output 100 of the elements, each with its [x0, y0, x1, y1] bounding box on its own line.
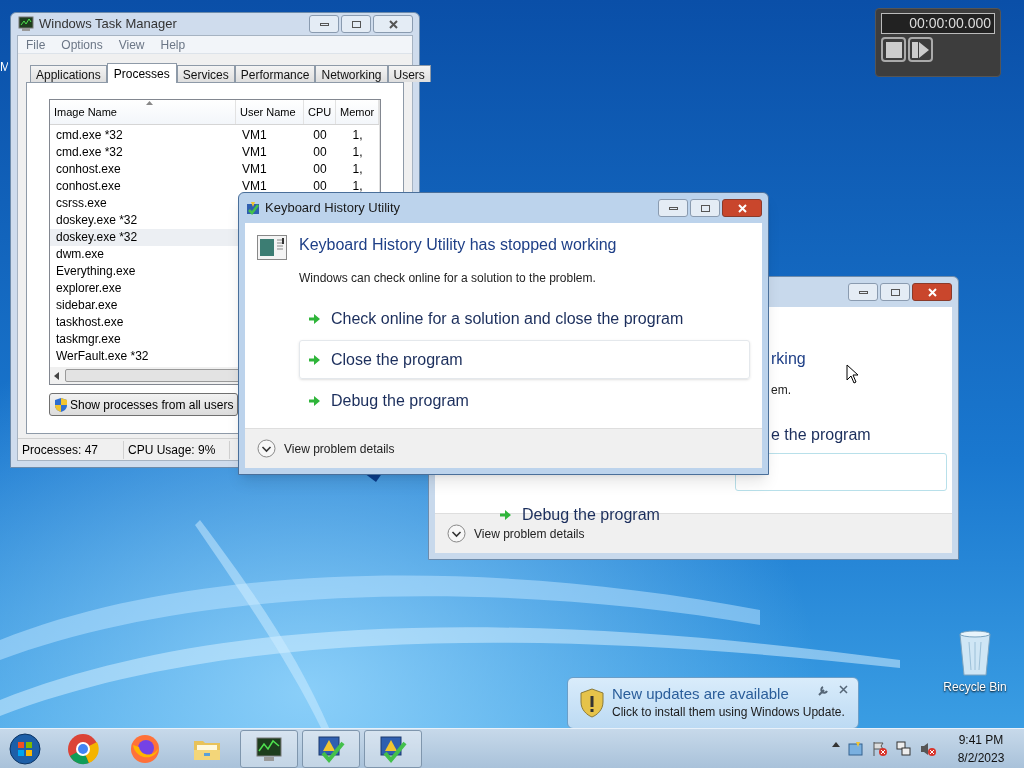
table-cell-text: 00 [312, 178, 328, 195]
table-cell-text: doskey.exe *32 [55, 212, 139, 229]
table-cell-text: 00 [312, 161, 328, 178]
table-cell-text: explorer.exe [55, 280, 123, 297]
table-cell-text: VM1 [241, 144, 268, 161]
arrow-icon [499, 509, 512, 521]
column-header[interactable]: Image Name [50, 100, 236, 124]
browser-icon [129, 732, 161, 765]
menu-item[interactable]: Options [61, 35, 103, 54]
dialog-message: Windows can check online for a solution to the problem. [299, 270, 597, 287]
start-orb-icon [9, 732, 41, 765]
column-header[interactable]: CPU [304, 100, 336, 124]
play-button[interactable] [908, 37, 933, 62]
menu-item[interactable]: Help [160, 35, 186, 54]
monitor-icon [17, 16, 35, 32]
arrow-icon [308, 394, 321, 407]
expand-icon[interactable] [447, 524, 466, 543]
taskbar-button[interactable] [302, 729, 360, 768]
table-cell-text: conhost.exe [55, 178, 122, 195]
tab[interactable]: Services [176, 65, 235, 82]
details-toggle[interactable]: View problem details [474, 524, 585, 543]
tab[interactable]: Performance [234, 65, 316, 82]
maximize-button[interactable] [880, 283, 910, 301]
table-cell-text: cmd.exe *32 [55, 144, 124, 161]
table-cell-text: 00 [312, 144, 328, 161]
table-cell-text: 1, [351, 127, 364, 144]
close-button[interactable] [373, 15, 413, 33]
minimize-button[interactable] [848, 283, 878, 301]
play-icon [911, 41, 930, 58]
scroll-left-icon[interactable] [54, 371, 59, 380]
network-icon[interactable] [896, 740, 912, 757]
program-window-icon [257, 235, 287, 260]
close-icon [737, 203, 747, 213]
option-link[interactable]: e the program [771, 423, 871, 447]
app-icon [245, 200, 261, 216]
table-cell-text: csrss.exe [55, 195, 108, 212]
table-cell-text: VM1 [241, 161, 268, 178]
menu-item[interactable]: File [26, 35, 46, 54]
close-icon [388, 19, 398, 29]
table-cell-text: VM1 [241, 127, 268, 144]
tab[interactable]: Networking [315, 65, 388, 82]
tab[interactable]: Users [387, 65, 431, 82]
table-cell-text: taskhost.exe [55, 314, 125, 331]
maximize-button[interactable] [690, 199, 720, 217]
notification-message: Click to install them using Windows Update. [612, 704, 845, 721]
dialog-heading: rking [771, 349, 806, 369]
arrow-icon [308, 312, 321, 325]
table-cell-text: 1, [351, 161, 364, 178]
menu-item[interactable]: View [118, 35, 145, 54]
status-text: CPU Usage: 9% [124, 440, 230, 459]
window-title: Windows Task Manager [39, 15, 177, 34]
wrench-icon[interactable] [818, 685, 829, 696]
table-cell-text: VM1 [241, 178, 268, 195]
option-button[interactable]: Check online for a solution and close the program [299, 299, 750, 338]
clock-date[interactable]: 8/2/2023 [957, 748, 1005, 767]
taskbar-button[interactable] [364, 729, 422, 768]
notification-balloon[interactable]: New updates are available Click to install them using Windows Update. [567, 677, 859, 729]
table-cell-text: WerFault.exe *32 [55, 348, 150, 365]
table-cell-text: cmd.exe *32 [55, 127, 124, 144]
arrow-icon [308, 353, 321, 366]
minimize-button[interactable] [658, 199, 688, 217]
window-title: Keyboard History Utility [265, 199, 401, 218]
notification-title: New updates are available [612, 685, 789, 703]
dialog-message: em. [771, 382, 791, 399]
close-icon[interactable] [839, 685, 848, 694]
close-icon [927, 287, 937, 297]
option-button[interactable]: Close the program [299, 340, 750, 379]
tab[interactable]: Processes [106, 63, 177, 83]
table-cell-text: sidebar.exe [55, 297, 119, 314]
taskbar-button[interactable] [240, 729, 298, 768]
table-cell-text: Everything.exe [55, 263, 137, 280]
expand-icon[interactable] [257, 439, 276, 458]
tab[interactable]: Applications [30, 65, 107, 82]
table-cell-text: doskey.exe *32 [55, 229, 139, 246]
minimize-button[interactable] [309, 15, 339, 33]
option-link[interactable]: Debug the program [522, 503, 660, 527]
table-cell-text: 1, [351, 178, 364, 195]
close-button[interactable] [722, 199, 762, 217]
show-all-processes-button[interactable]: Show processes from all users [49, 393, 239, 416]
table-cell-text: 1, [351, 144, 364, 161]
recycle-bin-icon[interactable] [957, 630, 993, 676]
details-toggle[interactable]: View problem details [284, 439, 395, 458]
volume-muted-icon[interactable] [920, 740, 936, 757]
shield-icon [580, 688, 604, 718]
close-button[interactable] [912, 283, 952, 301]
cursor-icon [846, 364, 859, 384]
option-button[interactable]: Debug the program [299, 381, 750, 420]
timer-display: 00:00:00.000 [881, 13, 995, 34]
browser-icon [67, 732, 99, 765]
shield-icon [54, 396, 68, 413]
column-header[interactable]: User Name [236, 100, 304, 124]
clock-time[interactable]: 9:41 PM [958, 730, 1004, 749]
table-cell-text: 00 [312, 127, 328, 144]
stop-button[interactable] [881, 37, 906, 62]
table-cell-text: dwm.exe [55, 246, 106, 263]
maximize-button[interactable] [341, 15, 371, 33]
status-text: Processes: 47 [18, 440, 124, 459]
flag-error-icon[interactable] [872, 740, 888, 757]
table-cell-text: taskmgr.exe [55, 331, 122, 348]
table-cell-text: conhost.exe [55, 161, 122, 178]
